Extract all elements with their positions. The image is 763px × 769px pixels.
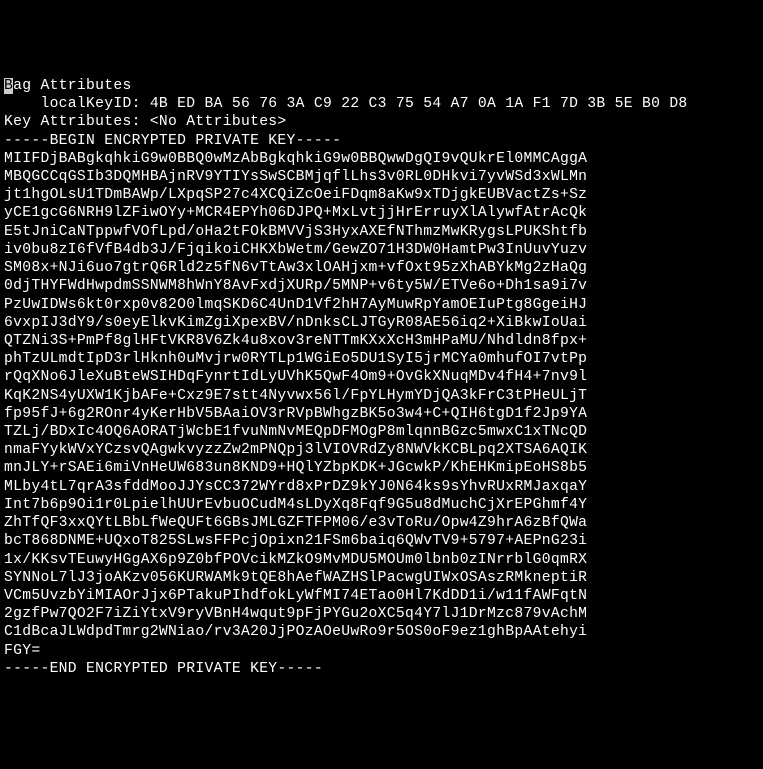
- line-keydata: 2gzfPw7QO2F7iZiYtxV9ryVBnH4wqut9pFjPYGu2…: [4, 605, 759, 623]
- terminal-output: Bag Attributes localKeyID: 4B ED BA 56 7…: [4, 77, 759, 678]
- cursor-highlight: B: [4, 78, 13, 94]
- line-keydata: FGY=: [4, 642, 759, 660]
- line-keydata: VCm5UvzbYiMIAOrJjx6PTakuPIhdfokLyWfMI74E…: [4, 587, 759, 605]
- line-keydata: Int7b6p9Oi1r0LpielhUUrEvbuOCudM4sLDyXq8F…: [4, 496, 759, 514]
- line-begin-key: -----BEGIN ENCRYPTED PRIVATE KEY-----: [4, 132, 759, 150]
- line-keydata: MBQGCCqGSIb3DQMHBAjnRV9YTIYsSwSCBMjqflLh…: [4, 168, 759, 186]
- line-keydata: rQqXNo6JleXuBteWSIHDqFynrtIdLyUVhK5QwF4O…: [4, 368, 759, 386]
- line-keydata: MLby4tL7qrA3sfddMooJJYsCC372WYrd8xPrDZ9k…: [4, 478, 759, 496]
- line-bag-attributes: Bag Attributes: [4, 77, 759, 95]
- line-keydata: MIIFDjBABgkqhkiG9w0BBQ0wMzAbBgkqhkiG9w0B…: [4, 150, 759, 168]
- line-keydata: 1x/KKsvTEuwyHGgAX6p9Z0bfPOVcikMZkO9MvMDU…: [4, 551, 759, 569]
- line-keydata: ZhTfQF3xxQYtLBbLfWeQUFt6GBsJMLGZFTFPM06/…: [4, 514, 759, 532]
- line-keydata: E5tJniCaNTppwfVOfLpd/oHa2tFOkBMVVjS3HyxA…: [4, 223, 759, 241]
- line-keydata: nmaFYykWVxYCzsvQAgwkvyzzZw2mPNQpj3lVIOVR…: [4, 441, 759, 459]
- line-keydata: QTZNi3S+PmPf8glHFtVKR8V6Zk4u8xov3reNTTmK…: [4, 332, 759, 350]
- line-keydata: jt1hgOLsU1TDmBAWp/LXpqSP27c4XCQiZcOeiFDq…: [4, 186, 759, 204]
- line-keydata: mnJLY+rSAEi6miVnHeUW683un8KND9+HQlYZbpKD…: [4, 459, 759, 477]
- line-keydata: 0djTHYFWdHwpdmSSNWM8hWnY8AvFxdjXURp/5MNP…: [4, 277, 759, 295]
- line-keydata: SM08x+NJi6uo7gtrQ6Rld2z5fN6vTtAw3xlOAHjx…: [4, 259, 759, 277]
- line-keydata: 6vxpIJ3dY9/s0eyElkvKimZgiXpexBV/nDnksCLJ…: [4, 314, 759, 332]
- line-local-key-id: localKeyID: 4B ED BA 56 76 3A C9 22 C3 7…: [4, 95, 759, 113]
- line-keydata: C1dBcaJLWdpdTmrg2WNiao/rv3A20JjPOzAOeUwR…: [4, 623, 759, 641]
- line-keydata: KqK2NS4yUXW1KjbAFe+Cxz9E7stt4Nyvwx56l/Fp…: [4, 387, 759, 405]
- line-keydata: yCE1gcG6NRH9lZFiwOYy+MCR4EPYh06DJPQ+MxLv…: [4, 204, 759, 222]
- line-keydata: bcT868DNME+UQxoT825SLwsFFPcjOpixn21FSm6b…: [4, 532, 759, 550]
- line-keydata: fp95fJ+6g2ROnr4yKerHbV5BAaiOV3rRVpBWhgzB…: [4, 405, 759, 423]
- line-key-attributes: Key Attributes: <No Attributes>: [4, 113, 759, 131]
- line-keydata: SYNNoL7lJ3joAKzv056KURWAMk9tQE8hAefWAZHS…: [4, 569, 759, 587]
- line-keydata: phTzULmdtIpD3rlHknh0uMvjrw0RYTLp1WGiEo5D…: [4, 350, 759, 368]
- line-keydata: TZLj/BDxIc4OQ6AORATjWcbE1fvuNmNvMEQpDFMO…: [4, 423, 759, 441]
- line-end-key: -----END ENCRYPTED PRIVATE KEY-----: [4, 660, 759, 678]
- line-keydata: iv0bu8zI6fVfB4db3J/FjqikoiCHKXbWetm/GewZ…: [4, 241, 759, 259]
- line-keydata: PzUwIDWs6kt0rxp0v82O0lmqSKD6C4UnD1Vf2hH7…: [4, 296, 759, 314]
